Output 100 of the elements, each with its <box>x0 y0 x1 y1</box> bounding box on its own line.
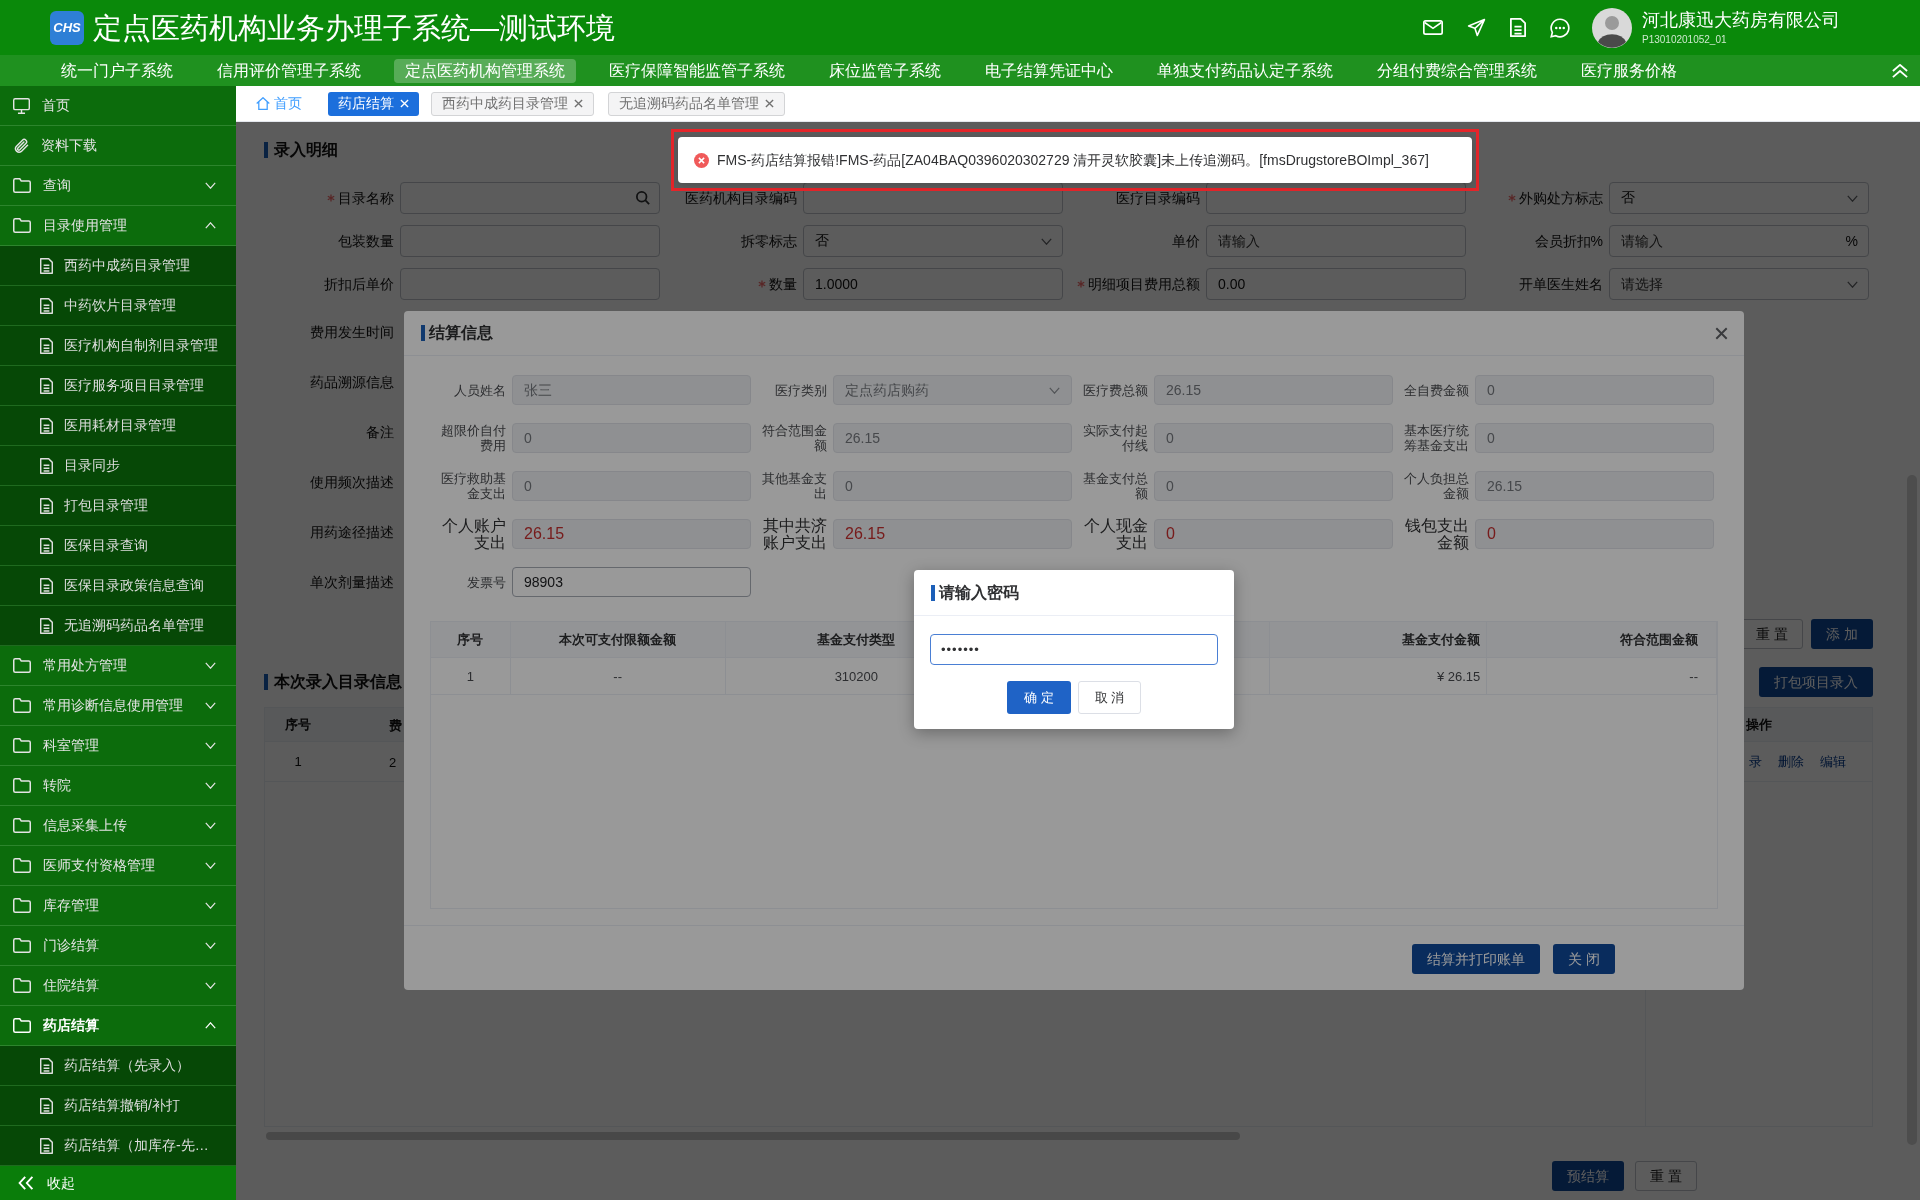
field-label: 个人账户支出 <box>441 517 506 551</box>
nav-tab[interactable]: 床位监管子系统 <box>818 58 952 83</box>
select-field[interactable]: 请选择 <box>1609 268 1869 300</box>
error-icon <box>694 152 709 168</box>
sidebar-subitem[interactable]: 打包目录管理 <box>0 486 236 526</box>
close-icon[interactable] <box>574 99 583 108</box>
row-action-link[interactable]: 录 <box>1749 751 1762 772</box>
folder-icon <box>13 178 31 193</box>
input-field: 0 <box>1154 471 1393 501</box>
select-field[interactable]: 否 <box>803 225 1063 257</box>
table-cell-text: -- <box>613 667 623 686</box>
sidebar-subitem[interactable]: 药店结算（先录入） <box>0 1046 236 1086</box>
table-cell-text: 310200 <box>834 667 878 686</box>
nav-tab[interactable]: 电子结算凭证中心 <box>974 58 1124 83</box>
field-label: 人员姓名 <box>453 382 506 398</box>
folder-icon <box>13 698 31 713</box>
nav-tab[interactable]: 单独支付药品认定子系统 <box>1146 58 1344 83</box>
section-title: 录入明细 <box>274 140 338 160</box>
close-icon[interactable] <box>1715 326 1728 340</box>
field-label: 费用发生时间 <box>310 322 394 342</box>
input-field[interactable]: 98903 <box>512 567 751 597</box>
button[interactable]: 取 消 <box>1078 681 1141 714</box>
folder-icon <box>13 978 31 993</box>
nav-tab[interactable]: 医疗保障智能监管子系统 <box>598 58 796 83</box>
document-icon <box>40 1097 53 1114</box>
close-icon[interactable] <box>765 99 774 108</box>
field-label: 开单医生姓名 <box>1519 274 1603 294</box>
nav-tab[interactable]: 信用评价管理子系统 <box>206 58 372 83</box>
unit-label: % <box>1845 232 1858 250</box>
chat-icon[interactable] <box>1550 17 1570 38</box>
column-header: 基金支付类型 <box>817 631 896 650</box>
collapse-button[interactable]: 收起 <box>0 1166 236 1200</box>
button[interactable]: 重 置 <box>1741 619 1804 649</box>
document-icon <box>40 297 53 314</box>
field-label: 包装数量 <box>338 231 394 251</box>
input-field: 26.15 <box>512 519 751 549</box>
document-icon <box>40 577 53 594</box>
row-action-link[interactable]: 编辑 <box>1820 751 1846 772</box>
input-field: 26.15 <box>1154 375 1393 405</box>
nav-tab[interactable]: 医疗服务价格 <box>1570 58 1688 83</box>
field-label: 超限价自付费用 <box>440 423 506 453</box>
field-label: 个人负担总金额 <box>1403 471 1469 501</box>
avatar-icon[interactable] <box>1592 7 1632 48</box>
input-field[interactable]: 0.00 <box>1206 268 1466 300</box>
tab[interactable]: 西药中成药目录管理 <box>431 91 594 116</box>
search-field[interactable] <box>400 182 660 214</box>
sidebar-subitem[interactable]: 医保目录查询 <box>0 526 236 566</box>
sidebar-subitem[interactable]: 医疗服务项目目录管理 <box>0 366 236 406</box>
tab[interactable]: 无追溯码药品名单管理 <box>608 91 785 116</box>
field-label: 折扣后单价 <box>324 274 394 294</box>
sidebar-subitem[interactable]: 医疗机构自制剂目录管理 <box>0 326 236 366</box>
input-field: 0 <box>1475 375 1714 405</box>
button[interactable]: 确 定 <box>1007 681 1071 714</box>
folder-icon <box>13 738 31 753</box>
field-label: 用药途径描述 <box>310 522 394 542</box>
sidebar-subitem[interactable]: 医用耗材目录管理 <box>0 406 236 446</box>
document-icon <box>40 337 53 354</box>
field-label: 药品溯源信息 <box>310 372 394 392</box>
row-action-link[interactable]: 删除 <box>1778 751 1804 772</box>
sidebar-subitem[interactable]: 无追溯码药品名单管理 <box>0 606 236 646</box>
nav-tab[interactable]: 统一门户子系统 <box>50 58 184 83</box>
input-field: 0 <box>512 423 751 453</box>
table-cell-text: 1 <box>294 752 302 771</box>
input-field[interactable]: 1.0000 <box>803 268 1063 300</box>
input-field: 0 <box>833 471 1072 501</box>
button[interactable]: 添 加 <box>1811 619 1873 649</box>
input-field[interactable]: 请输入 <box>1206 225 1466 257</box>
column-header: 序号 <box>457 631 484 650</box>
tab[interactable]: 首页 <box>256 91 302 116</box>
field-label: 医疗目录编码 <box>1116 188 1200 208</box>
field-label: 其他基金支出 <box>761 471 827 501</box>
document-icon <box>40 1137 53 1154</box>
sidebar-subitem[interactable]: 目录同步 <box>0 446 236 486</box>
sidebar-subitem[interactable]: 药店结算撤销/补打 <box>0 1086 236 1126</box>
input-field: 0 <box>1475 423 1714 453</box>
sidebar-subitem[interactable]: 西药中成药目录管理 <box>0 246 236 286</box>
input-field: 0 <box>1154 519 1393 549</box>
button[interactable]: 重 置 <box>1635 1161 1697 1191</box>
send-icon[interactable] <box>1467 18 1486 37</box>
table-cell-text: 1 <box>466 667 475 686</box>
mail-icon[interactable] <box>1423 20 1443 35</box>
sidebar-subitem[interactable]: 药店结算（加库存-先… <box>0 1126 236 1166</box>
password-field[interactable]: ••••••• <box>930 634 1218 665</box>
field-label: 其中共济账户支出 <box>762 517 827 551</box>
sidebar-subitem[interactable]: 中药饮片目录管理 <box>0 286 236 326</box>
sidebar-subitem[interactable]: 医保目录政策信息查询 <box>0 566 236 606</box>
nav-tab[interactable]: 定点医药机构管理系统 <box>394 58 576 83</box>
double-chevron-up-icon[interactable] <box>1892 63 1908 78</box>
field-label: 数量 <box>769 274 797 294</box>
folder-icon <box>13 778 31 793</box>
button[interactable]: 结算并打印账单 <box>1412 944 1541 974</box>
select-field: 定点药店购药 <box>833 375 1072 405</box>
document-icon[interactable] <box>1510 18 1526 37</box>
button[interactable]: 关 闭 <box>1553 944 1615 974</box>
tab[interactable]: 药店结算 <box>328 91 419 116</box>
nav-tab[interactable]: 分组付费综合管理系统 <box>1366 58 1548 83</box>
select-field[interactable]: 否 <box>1609 182 1869 214</box>
search-icon[interactable] <box>636 191 650 205</box>
input-field: 0 <box>1475 519 1714 549</box>
document-icon <box>40 417 53 434</box>
